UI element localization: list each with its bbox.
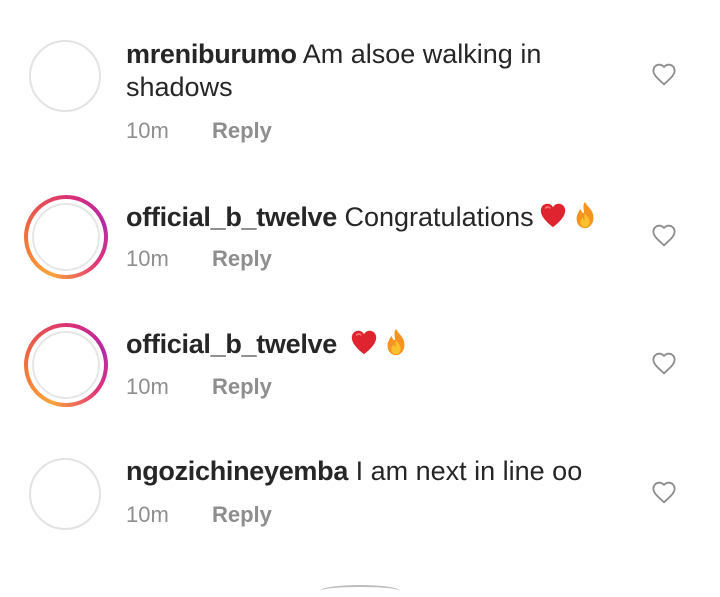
comment-body: I am next in line oo [355,456,583,486]
reply-button[interactable]: Reply [212,502,272,528]
comment-item: ngozichineyemba I am next in line oo 10m… [0,430,720,580]
comment-meta: 10m Reply [126,246,272,272]
fire-emoji [576,201,594,229]
heart-outline-icon[interactable] [651,223,677,247]
comment-username[interactable]: official_b_twelve [126,329,337,359]
heart-outline-icon[interactable] [651,351,677,375]
heart-outline-icon[interactable] [651,62,677,86]
comment-username[interactable]: ngozichineyemba [126,456,348,486]
comment-item: mreniburumo Am alsoe walking in shadows … [0,0,720,170]
avatar[interactable] [24,195,108,279]
avatar-image [32,331,100,399]
next-avatar-edge [320,585,400,597]
heart-emoji [540,203,565,228]
comment-meta: 10m Reply [126,374,272,400]
avatar-image [32,203,100,271]
comment-item: official_b_twelve Congratulations 10m Re… [0,170,720,300]
comment-meta: 10m Reply [126,118,272,144]
avatar[interactable] [29,458,101,530]
avatar[interactable] [24,323,108,407]
reply-button[interactable]: Reply [212,246,272,272]
reply-button[interactable]: Reply [212,374,272,400]
reply-button[interactable]: Reply [212,118,272,144]
comment-text: mreniburumo Am alsoe walking in shadows [126,38,626,104]
comment-timestamp: 10m [126,246,169,271]
comment-text: official_b_twelve Congratulations [126,200,626,234]
story-ring-gap [28,199,104,275]
avatar[interactable] [29,40,101,112]
heart-outline-icon[interactable] [651,480,677,504]
comment-timestamp: 10m [126,374,169,399]
comment-timestamp: 10m [126,502,169,527]
comment-body: Congratulations [344,202,534,232]
heart-emoji [351,330,376,355]
fire-emoji [387,328,404,356]
comment-username[interactable]: official_b_twelve [126,202,337,232]
comment-username[interactable]: mreniburumo [126,39,297,69]
comment-text: ngozichineyemba I am next in line oo [126,455,626,488]
comment-timestamp: 10m [126,118,169,143]
comment-text: official_b_twelve [126,327,626,361]
comment-item: official_b_twelve 10m Reply [0,300,720,430]
story-ring-gap [28,327,104,403]
comment-meta: 10m Reply [126,502,272,528]
